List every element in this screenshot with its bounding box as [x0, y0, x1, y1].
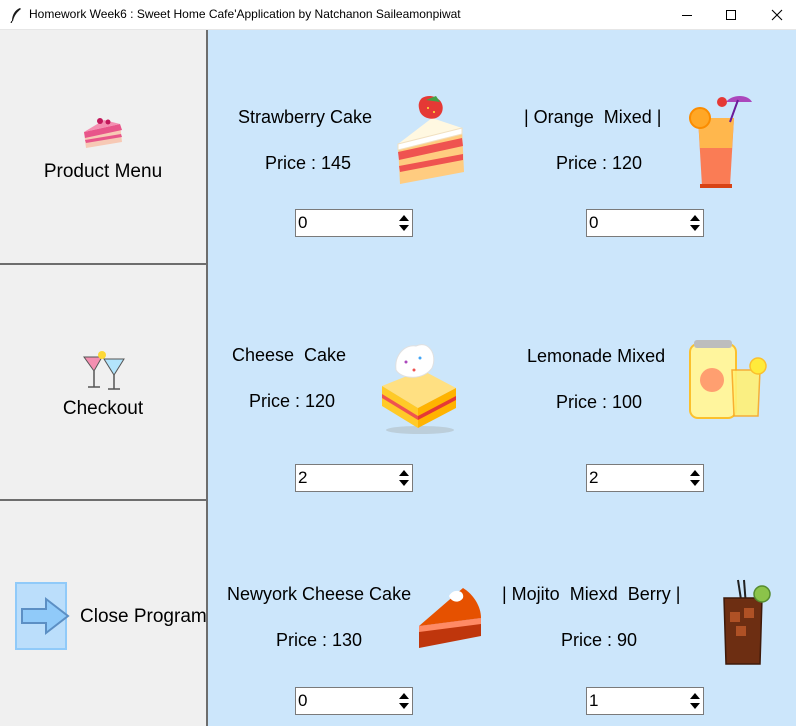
spin-arrows-icon[interactable] — [687, 465, 703, 491]
product-price: Price : 120 — [556, 153, 643, 173]
product-panel: Strawberry Cake Price : 145 0 | Orange M… — [208, 30, 796, 726]
pie-slice-icon — [419, 588, 481, 648]
spin-arrows-icon[interactable] — [687, 688, 703, 714]
quantity-value: 0 — [298, 213, 308, 232]
product-name: Strawberry Cake — [238, 107, 373, 127]
newyork-cheese-cake-quantity-stepper[interactable]: 0 — [295, 687, 413, 715]
window-title: Homework Week6 : Sweet Home Cafe'Applica… — [29, 7, 461, 21]
product-price: Price : 100 — [556, 392, 643, 412]
maximize-button[interactable] — [708, 0, 754, 30]
close-icon — [771, 9, 783, 21]
checkout-label: Checkout — [62, 398, 144, 419]
product-price: Price : 90 — [561, 630, 638, 650]
cake-slice-icon — [84, 118, 122, 148]
strawberry-cake-icon — [397, 95, 464, 184]
spin-arrows-icon[interactable] — [396, 688, 412, 714]
product-name: Lemonade Mixed — [527, 346, 666, 366]
feather-icon — [10, 8, 21, 23]
product-name: | Orange Mixed | — [524, 107, 662, 127]
mojito-miexd-berry-quantity-stepper[interactable]: 1 — [586, 687, 704, 715]
product-menu-label: Product Menu — [43, 161, 163, 182]
spin-arrows-icon[interactable] — [396, 465, 412, 491]
cheese-cake-icon — [382, 344, 456, 434]
title-bar: Homework Week6 : Sweet Home Cafe'Applica… — [0, 0, 796, 30]
maximize-icon — [726, 10, 736, 20]
quantity-value: 2 — [298, 468, 308, 487]
quantity-value: 1 — [589, 691, 599, 710]
product-name: Newyork Cheese Cake — [227, 584, 412, 604]
lemonade-mixed-quantity-stepper[interactable]: 2 — [586, 464, 704, 492]
quantity-value: 0 — [298, 691, 308, 710]
checkout-button[interactable]: Checkout — [0, 265, 206, 501]
strawberry-cake-quantity-stepper[interactable]: 0 — [295, 209, 413, 237]
minimize-icon — [682, 15, 692, 16]
spin-arrows-icon[interactable] — [687, 210, 703, 236]
cocktail-glasses-icon — [83, 351, 125, 390]
close-program-button[interactable]: Close Program — [0, 501, 207, 726]
product-price: Price : 120 — [249, 391, 336, 411]
close-program-label: Close Program — [80, 606, 207, 627]
cheese-cake-quantity-stepper[interactable]: 2 — [295, 464, 413, 492]
product-price: Price : 130 — [276, 630, 363, 650]
minimize-button[interactable] — [664, 0, 710, 30]
close-window-button[interactable] — [754, 0, 796, 30]
orange-mixed-quantity-stepper[interactable]: 0 — [586, 209, 704, 237]
product-menu-button[interactable]: Product Menu — [0, 30, 206, 265]
quantity-value: 2 — [589, 468, 599, 487]
product-price: Price : 145 — [265, 153, 352, 173]
product-name: | Mojito Miexd Berry | — [502, 584, 681, 604]
quantity-value: 0 — [589, 213, 599, 232]
spin-arrows-icon[interactable] — [396, 210, 412, 236]
sidebar: Product Menu Checkout Close Program — [0, 30, 208, 726]
mojito-icon — [723, 579, 771, 665]
orange-drink-icon — [689, 96, 752, 188]
product-name: Cheese Cake — [232, 345, 347, 365]
exit-arrow-icon — [15, 582, 70, 650]
lemonade-icon — [689, 340, 767, 419]
